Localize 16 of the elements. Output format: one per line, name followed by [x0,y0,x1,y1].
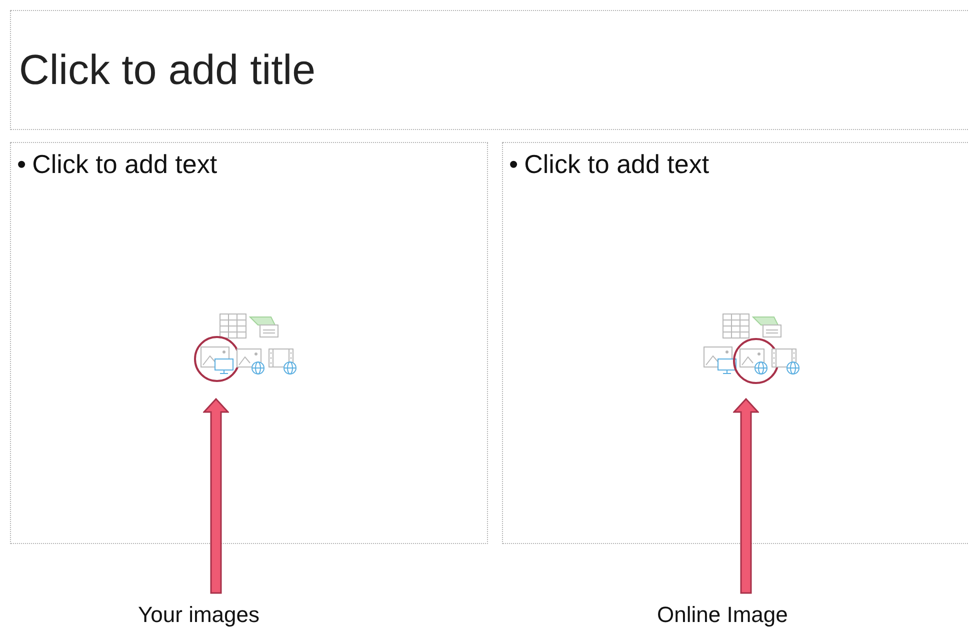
table-icon[interactable] [722,313,750,339]
bullet: • [509,149,518,180]
title-prompt: Click to add title [19,46,316,94]
text-prompt: Click to add text [32,149,218,180]
title-placeholder[interactable]: Click to add title [10,10,968,130]
chevron-card-icon[interactable] [752,315,782,339]
text-prompt: Click to add text [524,149,710,180]
film-globe-icon[interactable] [771,347,801,375]
table-icon[interactable] [219,313,247,339]
picture-monitor-icon[interactable] [703,345,737,375]
callout-label: Your images [138,602,260,627]
picture-globe-icon[interactable] [236,347,266,375]
bullet: • [17,149,26,180]
chevron-card-icon[interactable] [249,315,279,339]
callout-label: Online Image [657,602,788,627]
film-globe-icon[interactable] [268,347,298,375]
